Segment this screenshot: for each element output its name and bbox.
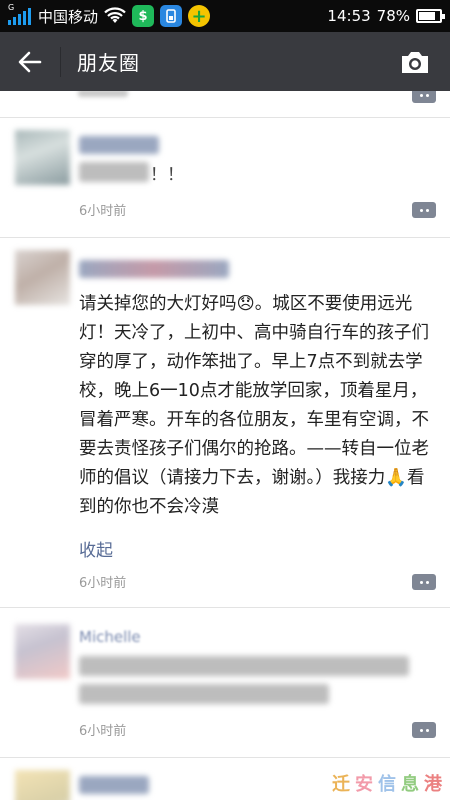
watermark-logo: 迁安信息港: [332, 774, 442, 795]
clock: 14:53: [327, 7, 371, 25]
page-title: 朋友圈: [77, 51, 140, 75]
camera-icon: [402, 51, 428, 73]
timestamp: 6小时前: [79, 576, 127, 591]
previous-post-fragment: [0, 91, 450, 109]
author-name[interactable]: [79, 776, 149, 794]
moment-post: 请关掉您的大灯好吗😞。城区不要使用远光灯！天冷了，上初中、高中骑自行车的孩子们穿…: [0, 237, 450, 607]
moment-post: Michelle 6小时前: [0, 607, 450, 757]
post-text: 请关掉您的大灯好吗😞。城区不要使用远光灯！天冷了，上初中、高中骑自行车的孩子们穿…: [79, 294, 429, 517]
comment-icon[interactable]: [412, 202, 436, 218]
collapse-link[interactable]: 收起: [79, 536, 113, 561]
avatar[interactable]: [15, 250, 70, 305]
post-text-hidden: [79, 684, 329, 704]
status-bar: G 中国移动 $ + 14:53 78%: [0, 0, 450, 32]
avatar[interactable]: [15, 130, 70, 185]
timestamp: 6小时前: [79, 724, 127, 739]
comment-icon[interactable]: [412, 574, 436, 590]
back-button[interactable]: [0, 32, 60, 91]
moment-post: ！！ 6小时前: [0, 117, 450, 237]
post-text: ！！: [150, 165, 184, 185]
avatar[interactable]: [15, 624, 70, 679]
signal-icon: G: [8, 3, 32, 25]
battery-label: 78%: [376, 7, 410, 25]
avatar[interactable]: [15, 770, 70, 800]
post-text-hidden: [79, 656, 409, 676]
wifi-icon: [104, 7, 126, 23]
header-divider: [60, 46, 61, 77]
comment-icon[interactable]: [412, 91, 436, 103]
moments-feed[interactable]: ！！ 6小时前 请关掉您的大灯好吗😞。城区不要使用远光灯！天冷了，上初中、高中骑…: [0, 91, 450, 800]
carrier-label: 中国移动: [38, 7, 99, 26]
author-name[interactable]: Michelle: [79, 628, 141, 646]
health-icon: +: [188, 5, 211, 27]
author-name[interactable]: [79, 136, 159, 154]
battery-icon: [416, 9, 445, 23]
arrow-left-icon: [18, 51, 42, 72]
app-bar: 朋友圈: [0, 32, 450, 91]
post-text-hidden: [79, 162, 149, 182]
app-notification-icon: $: [132, 5, 155, 27]
download-icon: [160, 5, 183, 27]
camera-button[interactable]: [400, 49, 430, 75]
comment-icon[interactable]: [412, 722, 436, 738]
author-name[interactable]: [79, 260, 229, 278]
timestamp: 6小时前: [79, 204, 127, 219]
